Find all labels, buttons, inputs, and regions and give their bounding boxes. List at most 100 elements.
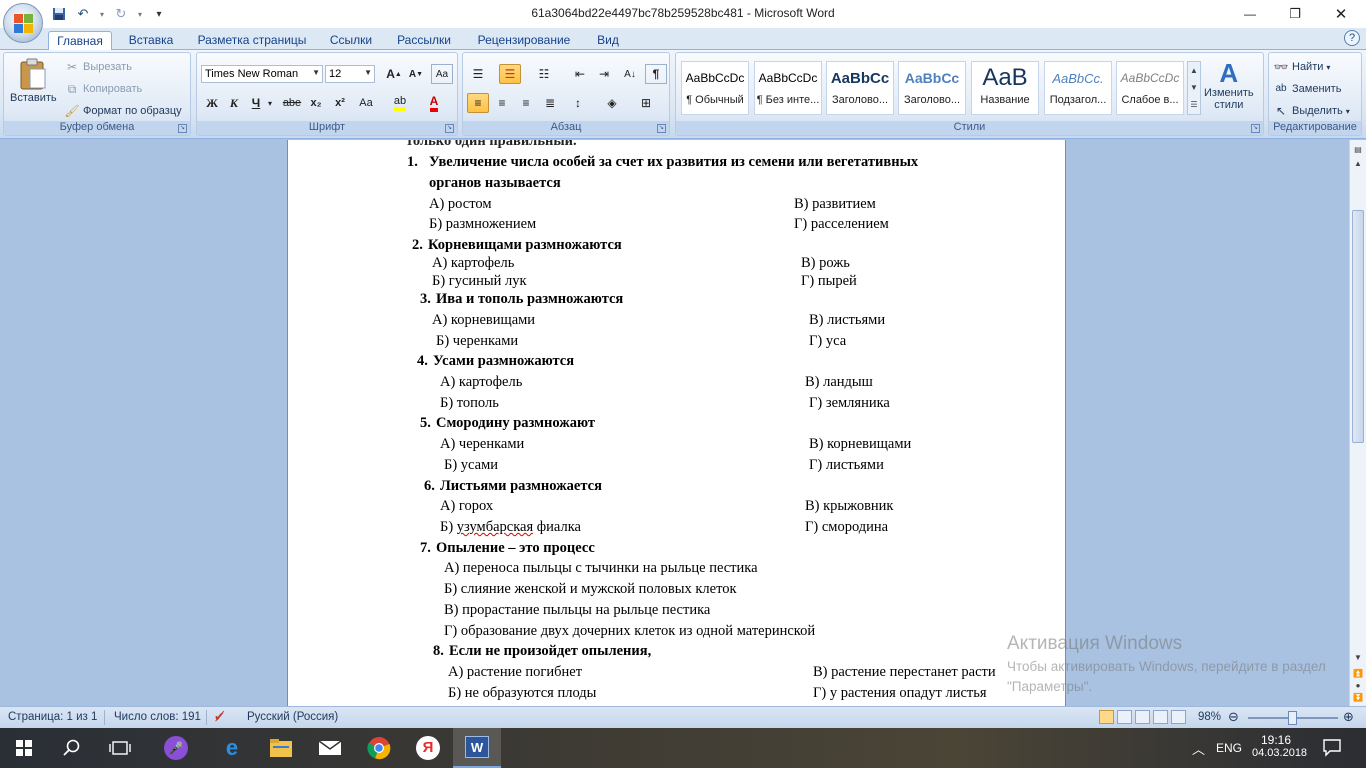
change-styles-button[interactable]: A Изменить стили [1204, 59, 1254, 111]
multilevel-list-icon[interactable]: ☷ [533, 64, 555, 84]
zoom-level[interactable]: 98% [1198, 711, 1221, 723]
align-right-icon[interactable]: ≡ [515, 93, 537, 113]
find-button[interactable]: 👓 Найти ▾ [1273, 59, 1331, 75]
word-icon[interactable]: W [453, 728, 501, 768]
zoom-out-icon[interactable]: ⊖ [1228, 709, 1239, 725]
input-language[interactable]: ENG [1216, 741, 1242, 755]
paste-button[interactable]: Вставить [10, 57, 57, 104]
style-title[interactable]: AaB Название [971, 61, 1039, 115]
vertical-scrollbar[interactable]: ▤ ▲ ▼ ⏫ ● ⏬ [1349, 140, 1366, 706]
tab-home[interactable]: Главная [48, 31, 112, 51]
proofing-icon[interactable]: ✔̸ [214, 709, 225, 725]
restore-button[interactable]: ❐ [1272, 2, 1318, 26]
word-count[interactable]: Число слов: 191 [114, 711, 201, 723]
underline-button[interactable]: Ч [245, 93, 267, 113]
change-case-button[interactable]: Aa [355, 93, 377, 113]
justify-icon[interactable]: ≣ [539, 93, 561, 113]
copy-button[interactable]: ⧉ Копировать [64, 81, 143, 97]
strikethrough-button[interactable]: abe [281, 93, 303, 113]
language-indicator[interactable]: Русский (Россия) [247, 711, 338, 723]
ruler-toggle-icon[interactable]: ▤ [1352, 144, 1364, 156]
font-launcher-icon[interactable]: ↘ [445, 124, 454, 133]
scroll-thumb[interactable] [1352, 210, 1364, 443]
format-painter-button[interactable]: 🖌 Формат по образцу [64, 103, 181, 119]
increase-indent-icon[interactable]: ⇥ [593, 64, 615, 84]
cut-button[interactable]: ✂ Вырезать [64, 59, 132, 75]
highlight-icon[interactable]: ab [389, 93, 411, 113]
outline-view-icon[interactable] [1153, 710, 1168, 724]
tray-chevron-up-icon[interactable]: ︿ [1192, 739, 1205, 758]
styles-launcher-icon[interactable]: ↘ [1251, 124, 1260, 133]
align-left-icon[interactable]: ≡ [467, 93, 489, 113]
full-screen-reading-icon[interactable] [1117, 710, 1132, 724]
web-layout-icon[interactable] [1135, 710, 1150, 724]
scroll-up-icon[interactable]: ▲ [1352, 158, 1364, 170]
style-heading-2[interactable]: AaBbCc Заголово... [898, 61, 966, 115]
start-icon[interactable] [0, 728, 48, 768]
minimize-button[interactable]: — [1227, 2, 1273, 26]
underline-dropdown-icon[interactable]: ▾ [265, 93, 275, 113]
tab-references[interactable]: Ссылки [322, 31, 380, 50]
shading-icon[interactable]: ◈ [601, 93, 623, 113]
italic-button[interactable]: К [223, 93, 245, 113]
tab-review[interactable]: Рецензирование [468, 31, 580, 50]
grow-font-icon[interactable]: A ▲ [383, 64, 405, 84]
browse-object-icon[interactable]: ● [1352, 680, 1364, 692]
style-no-spacing[interactable]: AaBbCcDc ¶ Без инте... [754, 61, 822, 115]
clock[interactable]: 19:16 04.03.2018 [1252, 733, 1307, 759]
close-button[interactable]: ✕ [1318, 2, 1364, 26]
select-button[interactable]: ↖ Выделить ▾ [1273, 103, 1350, 119]
document-page[interactable]: только один правильный. 1. Увеличение чис… [287, 140, 1066, 706]
bold-button[interactable]: Ж [201, 93, 223, 113]
clipboard-launcher-icon[interactable]: ↘ [178, 124, 187, 133]
style-heading-1[interactable]: AaBbCc Заголово... [826, 61, 894, 115]
page-count[interactable]: Страница: 1 из 1 [8, 711, 97, 723]
tab-page-layout[interactable]: Разметка страницы [190, 31, 314, 50]
cursor-icon: ↖ [1275, 104, 1287, 118]
draft-view-icon[interactable] [1171, 710, 1186, 724]
clear-formatting-icon[interactable]: Aa [431, 64, 453, 84]
help-icon[interactable]: ? [1344, 30, 1360, 46]
font-size-select[interactable]: 12 ▼ [325, 65, 375, 83]
subscript-button[interactable]: x₂ [305, 93, 327, 113]
style-subtle-emphasis[interactable]: AaBbCcDc Слабое в... [1116, 61, 1184, 115]
zoom-in-icon[interactable]: ⊕ [1343, 709, 1354, 725]
partial-line: только один правильный. [406, 140, 577, 149]
explorer-icon[interactable] [257, 728, 305, 768]
line-spacing-icon[interactable]: ↕ [567, 93, 589, 113]
replace-button[interactable]: ab Заменить [1273, 81, 1341, 97]
paragraph-launcher-icon[interactable]: ↘ [657, 124, 666, 133]
style-normal[interactable]: AaBbCcDc ¶ Обычный [681, 61, 749, 115]
zoom-slider-thumb[interactable] [1288, 711, 1298, 725]
scroll-down-icon[interactable]: ▼ [1352, 652, 1364, 664]
task-view-icon[interactable] [96, 728, 144, 768]
mail-icon[interactable] [306, 728, 354, 768]
next-page-icon[interactable]: ⏬ [1352, 692, 1364, 704]
show-marks-icon[interactable]: ¶ [645, 64, 667, 84]
font-color-icon[interactable]: A [423, 93, 445, 113]
numbering-icon[interactable]: ☰ [499, 64, 521, 84]
search-icon[interactable] [48, 728, 96, 768]
tab-view[interactable]: Вид [588, 31, 628, 50]
shrink-font-icon[interactable]: A ▼ [405, 64, 427, 84]
yandex-icon[interactable]: Я [404, 728, 452, 768]
previous-page-icon[interactable]: ⏫ [1352, 668, 1364, 680]
cortana-icon[interactable]: 🎤 [152, 728, 200, 768]
notifications-icon[interactable] [1322, 737, 1342, 760]
sort-icon[interactable]: A↓ [619, 64, 641, 84]
spelling-error-word[interactable]: узумбарская [457, 519, 533, 535]
style-subtitle[interactable]: AaBbCc. Подзагол... [1044, 61, 1112, 115]
tab-insert[interactable]: Вставка [120, 31, 182, 50]
superscript-button[interactable]: x² [329, 93, 351, 113]
bullets-icon[interactable]: ☰ [467, 64, 489, 84]
borders-icon[interactable]: ⊞ [635, 93, 657, 113]
align-center-icon[interactable]: ≡ [491, 93, 513, 113]
print-layout-view-icon[interactable] [1099, 710, 1114, 724]
edge-icon[interactable]: e [208, 728, 256, 768]
office-button[interactable] [3, 3, 43, 43]
chrome-icon[interactable] [355, 728, 403, 768]
tab-mailings[interactable]: Рассылки [390, 31, 458, 50]
font-name-select[interactable]: Times New Roman ▼ [201, 65, 323, 83]
styles-scroll[interactable]: ▲ ▼ ☰ [1187, 61, 1201, 115]
decrease-indent-icon[interactable]: ⇤ [569, 64, 591, 84]
